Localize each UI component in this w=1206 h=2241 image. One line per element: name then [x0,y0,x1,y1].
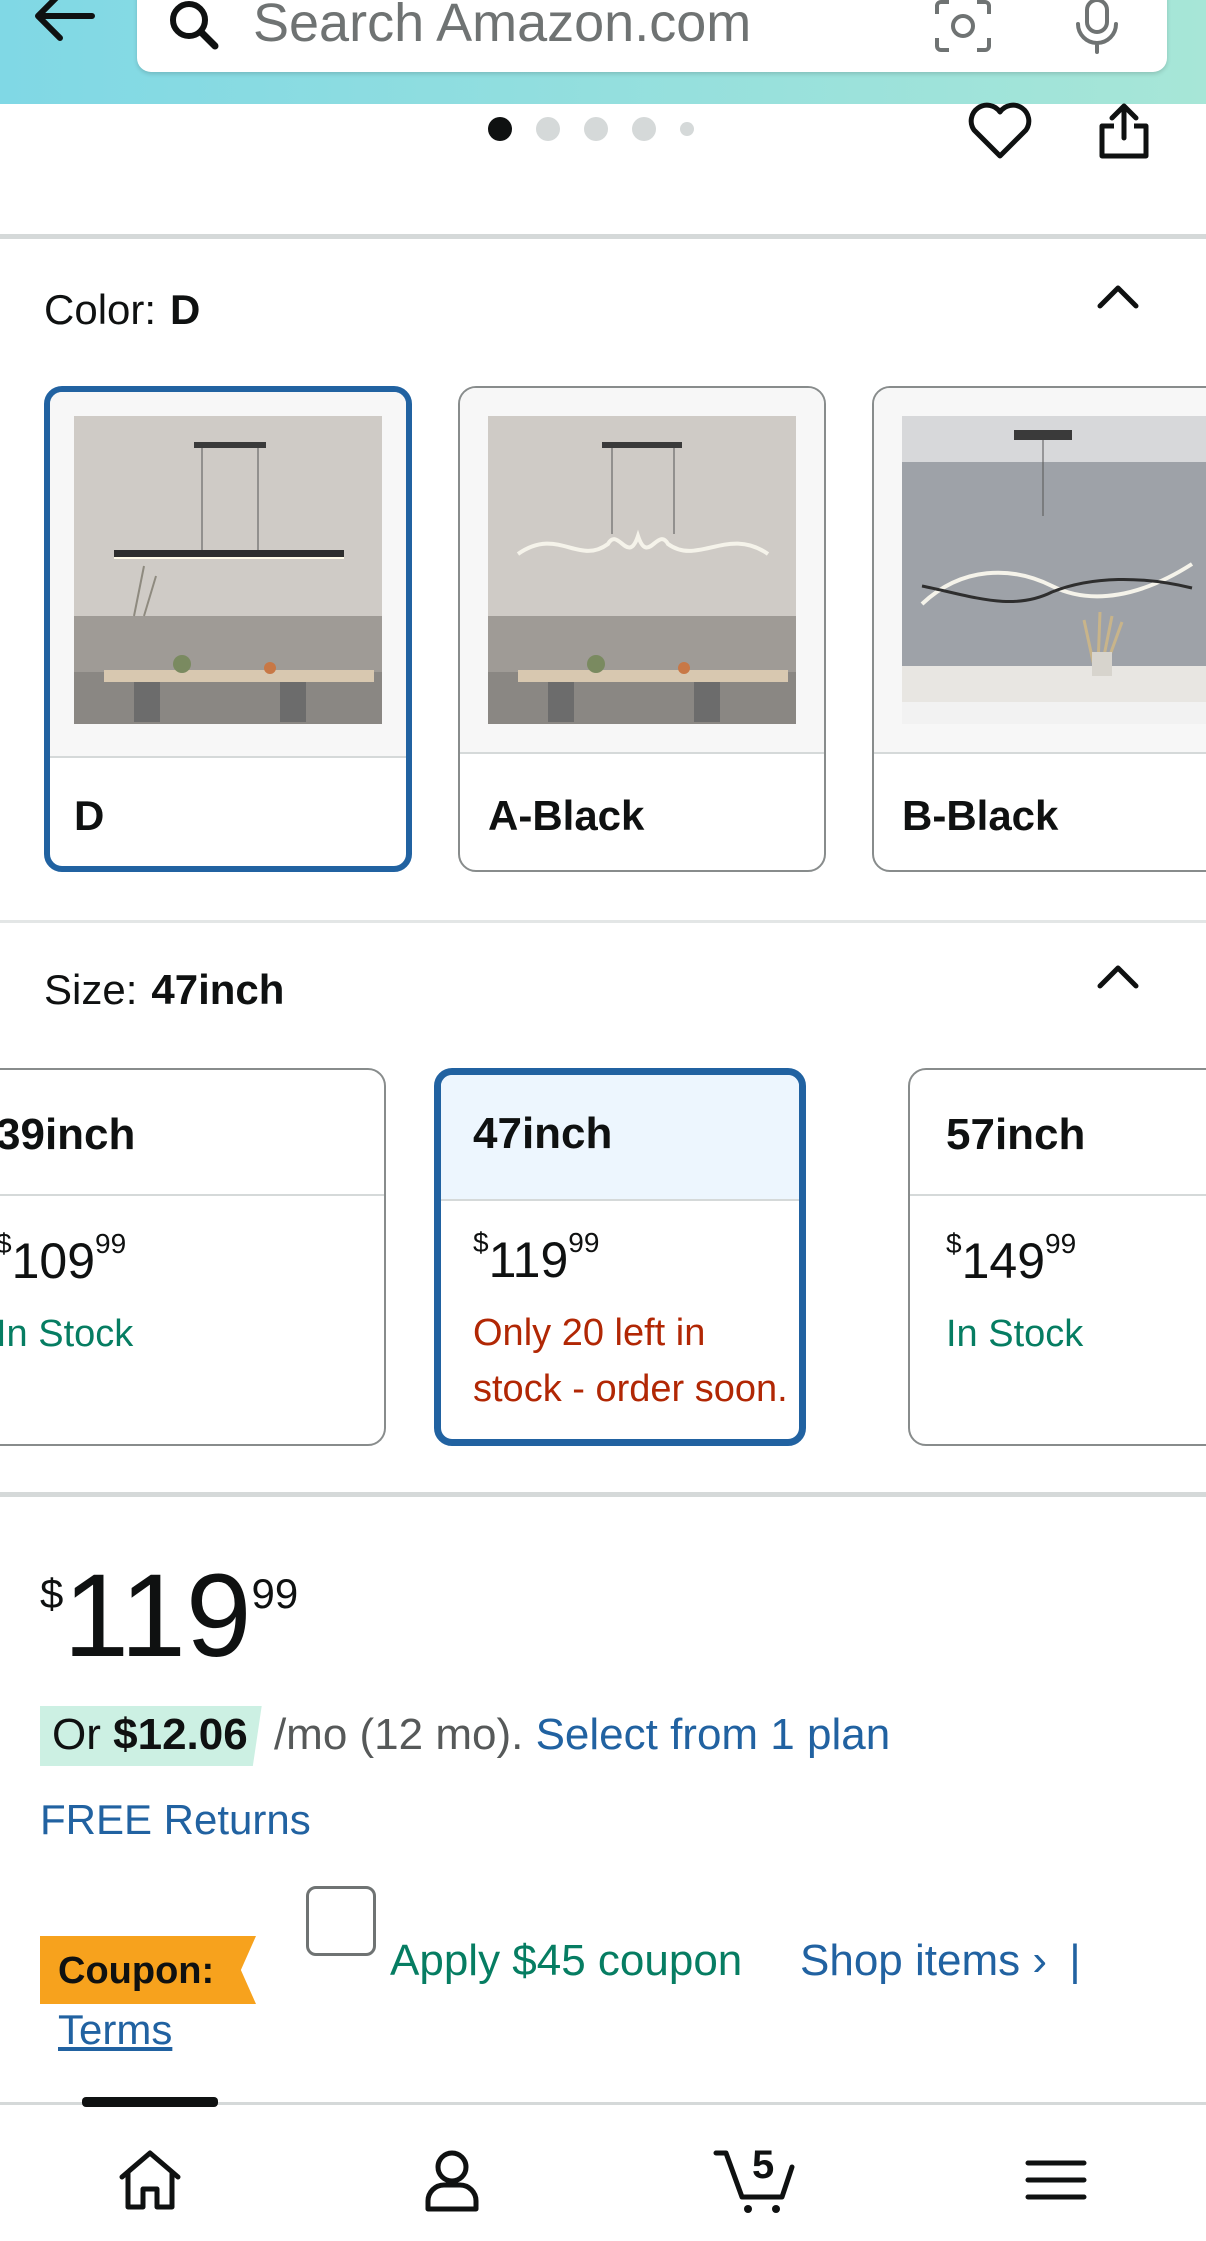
swatch-image-area [874,388,1206,754]
back-arrow-icon[interactable] [30,0,100,46]
price-symbol: $ [473,1227,489,1258]
carousel-dot[interactable] [488,117,512,141]
search-bar[interactable]: Search Amazon.com [137,0,1167,72]
price-fraction: 99 [1045,1228,1077,1259]
size-option-57inch[interactable]: 57inch $14999 In Stock [908,1068,1206,1446]
coupon-badge-text: Coupon: [58,1950,215,1992]
swatch-image-area [50,392,406,758]
share-icon[interactable] [1094,100,1154,162]
price-symbol: $ [40,1570,64,1617]
product-photo [902,416,1206,724]
price-whole: 109 [11,1233,96,1289]
search-input[interactable]: Search Amazon.com [253,0,751,54]
swatch-label: B-Black [902,792,1059,839]
chevron-up-icon[interactable] [1094,960,1142,990]
select-plan-link[interactable]: Select from 1 plan [536,1710,891,1759]
size-label: Size: 47inch [44,966,284,1014]
microphone-icon[interactable] [1072,0,1122,56]
installment-suffix: /mo (12 mo). [273,1710,524,1759]
color-swatch-d[interactable]: D [44,386,412,872]
chevron-up-icon[interactable] [1094,280,1142,310]
camera-lens-icon[interactable] [933,0,993,54]
size-name: 57inch [946,1110,1086,1159]
stock-status: Only 20 left in stock - order soon. [473,1312,788,1410]
search-header: Search Amazon.com [0,0,1206,104]
swatch-label: D [74,792,105,839]
price-whole: 149 [961,1233,1046,1289]
price-whole: 119 [488,1232,569,1288]
product-price: $11999 [40,1548,298,1684]
price-fraction: 99 [568,1227,600,1258]
carousel-dot[interactable] [632,117,656,141]
separator: | [1069,1936,1081,1985]
divider [0,234,1206,239]
divider [0,1492,1206,1497]
carousel-dot[interactable] [536,117,560,141]
cart-count-badge: 5 [752,2143,775,2187]
product-photo [488,416,796,724]
price-symbol: $ [0,1228,12,1259]
size-label-text: Size: [44,966,138,1013]
coupon-terms-link[interactable]: Terms [58,2006,172,2054]
installment-pill: Or $12.06 [40,1706,262,1766]
installment-amount: $12.06 [113,1710,248,1759]
size-option-39inch[interactable]: 39inch $10999 In Stock [0,1068,386,1446]
bottom-navigation: 5 [0,2097,1206,2241]
shop-items-link[interactable]: Shop items › | [800,1936,1081,1986]
installment-prefix: Or [52,1710,101,1759]
free-returns-link[interactable]: FREE Returns [40,1796,311,1844]
account-icon[interactable] [412,2145,492,2215]
coupon-badge: Coupon: [40,1936,256,2004]
color-swatch-b-black[interactable]: B-Black [872,386,1206,872]
swatch-label: A-Black [488,792,645,839]
price-symbol: $ [946,1228,962,1259]
carousel-dot[interactable] [680,122,694,136]
size-price: $10999 [0,1228,126,1290]
menu-icon[interactable] [1016,2145,1096,2215]
apply-coupon-label[interactable]: Apply $45 coupon [390,1936,742,1986]
installment-offer: Or $12.06 /mo (12 mo). Select from 1 pla… [40,1706,890,1766]
color-label: Color: D [44,286,200,334]
heart-icon[interactable] [966,102,1034,162]
swatch-image-area [460,388,824,754]
home-icon[interactable] [110,2145,190,2215]
carousel-dot[interactable] [584,117,608,141]
color-selected-value: D [170,286,201,333]
color-swatch-a-black[interactable]: A-Black [458,386,826,872]
size-price: $14999 [946,1228,1076,1290]
coupon-checkbox[interactable] [306,1886,376,1956]
size-name: 47inch [473,1109,613,1158]
stock-status: In Stock [0,1313,134,1355]
size-option-47inch[interactable]: 47inch $11999 Only 20 left in stock - or… [434,1068,806,1446]
price-fraction: 99 [251,1570,299,1617]
color-label-text: Color: [44,286,157,333]
stock-status: In Stock [946,1313,1084,1355]
shop-items-text[interactable]: Shop items › [800,1936,1047,1985]
divider [0,920,1206,923]
price-whole: 119 [63,1550,252,1682]
size-selected-value: 47inch [151,966,285,1013]
size-name: 39inch [0,1110,136,1159]
size-price: $11999 [473,1227,599,1289]
price-fraction: 99 [95,1228,127,1259]
search-icon [170,1,219,50]
image-carousel-dots[interactable] [488,114,718,144]
active-tab-indicator [82,2097,218,2107]
product-photo [74,416,382,724]
